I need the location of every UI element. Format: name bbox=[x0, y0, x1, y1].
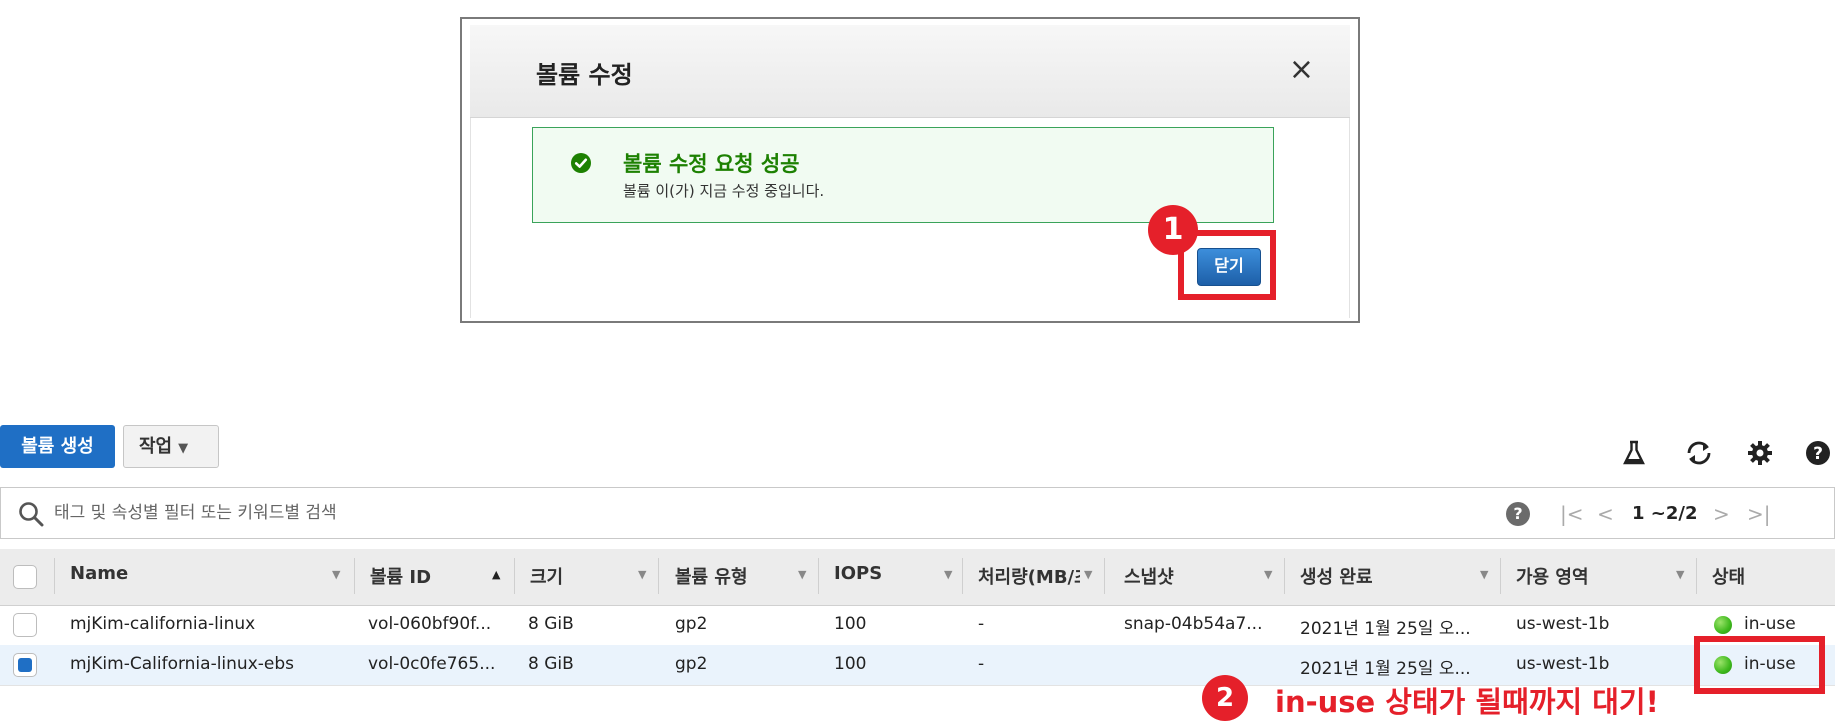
cell-throughput: - bbox=[978, 654, 985, 674]
status-green-icon bbox=[1714, 616, 1732, 634]
column-header-az[interactable]: 가용 영역 bbox=[1516, 563, 1589, 589]
chevron-down-icon: ▼ bbox=[178, 441, 189, 456]
sort-down-icon[interactable]: ▼ bbox=[1264, 568, 1272, 581]
column-header-created[interactable]: 생성 완료 bbox=[1300, 563, 1373, 589]
column-header-volume-type[interactable]: 볼륨 유형 bbox=[675, 563, 748, 589]
column-divider bbox=[354, 558, 355, 594]
sort-up-icon[interactable]: ▲ bbox=[492, 568, 500, 581]
cell-state: in-use bbox=[1744, 614, 1796, 634]
filter-help-icon[interactable]: ? bbox=[1506, 502, 1530, 526]
next-page-icon[interactable]: > bbox=[1713, 502, 1730, 526]
step-badge-2: 2 bbox=[1202, 675, 1248, 721]
create-volume-button[interactable]: 볼륨 생성 bbox=[0, 425, 115, 468]
svg-text:?: ? bbox=[1813, 444, 1823, 464]
check-circle-icon bbox=[571, 153, 591, 173]
column-header-throughput[interactable]: 처리량(MB/초) bbox=[978, 563, 1080, 589]
column-header-iops[interactable]: IOPS bbox=[834, 563, 882, 584]
cell-created: 2021년 1월 25일 오... bbox=[1300, 619, 1471, 639]
actions-label: 작업 bbox=[139, 436, 173, 457]
success-title: 볼륨 수정 요청 성공 bbox=[623, 152, 800, 176]
sort-down-icon[interactable]: ▼ bbox=[1084, 568, 1092, 581]
column-divider bbox=[514, 558, 515, 594]
sort-down-icon[interactable]: ▼ bbox=[332, 568, 340, 581]
modal-title: 볼륨 수정 bbox=[536, 61, 633, 89]
column-divider bbox=[1500, 558, 1501, 594]
sort-down-icon[interactable]: ▼ bbox=[798, 568, 806, 581]
cell-type: gp2 bbox=[675, 614, 708, 634]
column-divider bbox=[1104, 558, 1105, 594]
cell-iops: 100 bbox=[834, 654, 867, 674]
refresh-icon[interactable] bbox=[1684, 440, 1714, 466]
actions-dropdown[interactable]: 작업 ▼ bbox=[123, 425, 219, 468]
sort-down-icon[interactable]: ▼ bbox=[1480, 568, 1488, 581]
cell-throughput: - bbox=[978, 614, 985, 634]
column-divider bbox=[54, 558, 55, 594]
cell-volume-id[interactable]: vol-0c0fe765... bbox=[368, 654, 495, 674]
column-divider bbox=[658, 558, 659, 594]
success-message: 볼륨 이(가) 지금 수정 중입니다. bbox=[623, 182, 825, 200]
cell-size: 8 GiB bbox=[528, 654, 574, 674]
sort-down-icon[interactable]: ▼ bbox=[638, 568, 646, 581]
column-header-state[interactable]: 상태 bbox=[1712, 563, 1745, 589]
cell-snapshot[interactable]: snap-04b54a7... bbox=[1124, 614, 1262, 634]
cell-created: 2021년 1월 25일 오... bbox=[1300, 659, 1471, 679]
gear-icon[interactable] bbox=[1748, 441, 1772, 465]
cell-iops: 100 bbox=[834, 614, 867, 634]
help-icon[interactable]: ? bbox=[1806, 441, 1830, 465]
select-all-checkbox[interactable] bbox=[13, 565, 37, 589]
last-page-icon[interactable]: >| bbox=[1747, 502, 1771, 526]
row-checkbox[interactable] bbox=[13, 613, 37, 637]
cell-name: mjKim-California-linux-ebs bbox=[70, 654, 295, 674]
cell-size: 8 GiB bbox=[528, 614, 574, 634]
row-checkbox[interactable] bbox=[13, 653, 37, 677]
sort-down-icon[interactable]: ▼ bbox=[1676, 568, 1684, 581]
cell-type: gp2 bbox=[675, 654, 708, 674]
cell-az: us-west-1b bbox=[1516, 654, 1610, 674]
flask-icon[interactable] bbox=[1622, 440, 1646, 466]
modal-header: 볼륨 수정 × bbox=[470, 25, 1350, 118]
cell-az: us-west-1b bbox=[1516, 614, 1610, 634]
pagination-text: 1 ~2/2 bbox=[1632, 503, 1698, 524]
close-icon[interactable]: × bbox=[1289, 55, 1314, 85]
column-header-name[interactable]: Name bbox=[70, 563, 128, 584]
cell-volume-id[interactable]: vol-060bf90f... bbox=[368, 614, 491, 634]
column-header-volume-id[interactable]: 볼륨 ID bbox=[370, 563, 431, 589]
column-header-snapshot[interactable]: 스냅샷 bbox=[1124, 563, 1174, 589]
first-page-icon[interactable]: |< bbox=[1560, 502, 1584, 526]
search-input[interactable] bbox=[12, 493, 1492, 533]
column-divider bbox=[1696, 558, 1697, 594]
sort-down-icon[interactable]: ▼ bbox=[944, 568, 952, 581]
cell-name: mjKim-california-linux bbox=[70, 614, 256, 634]
column-divider bbox=[1284, 558, 1285, 594]
prev-page-icon[interactable]: < bbox=[1597, 502, 1614, 526]
highlight-box-state bbox=[1694, 636, 1825, 694]
column-divider bbox=[818, 558, 819, 594]
column-divider bbox=[962, 558, 963, 594]
step-badge-1: 1 bbox=[1148, 205, 1198, 255]
column-header-size[interactable]: 크기 bbox=[530, 563, 563, 589]
